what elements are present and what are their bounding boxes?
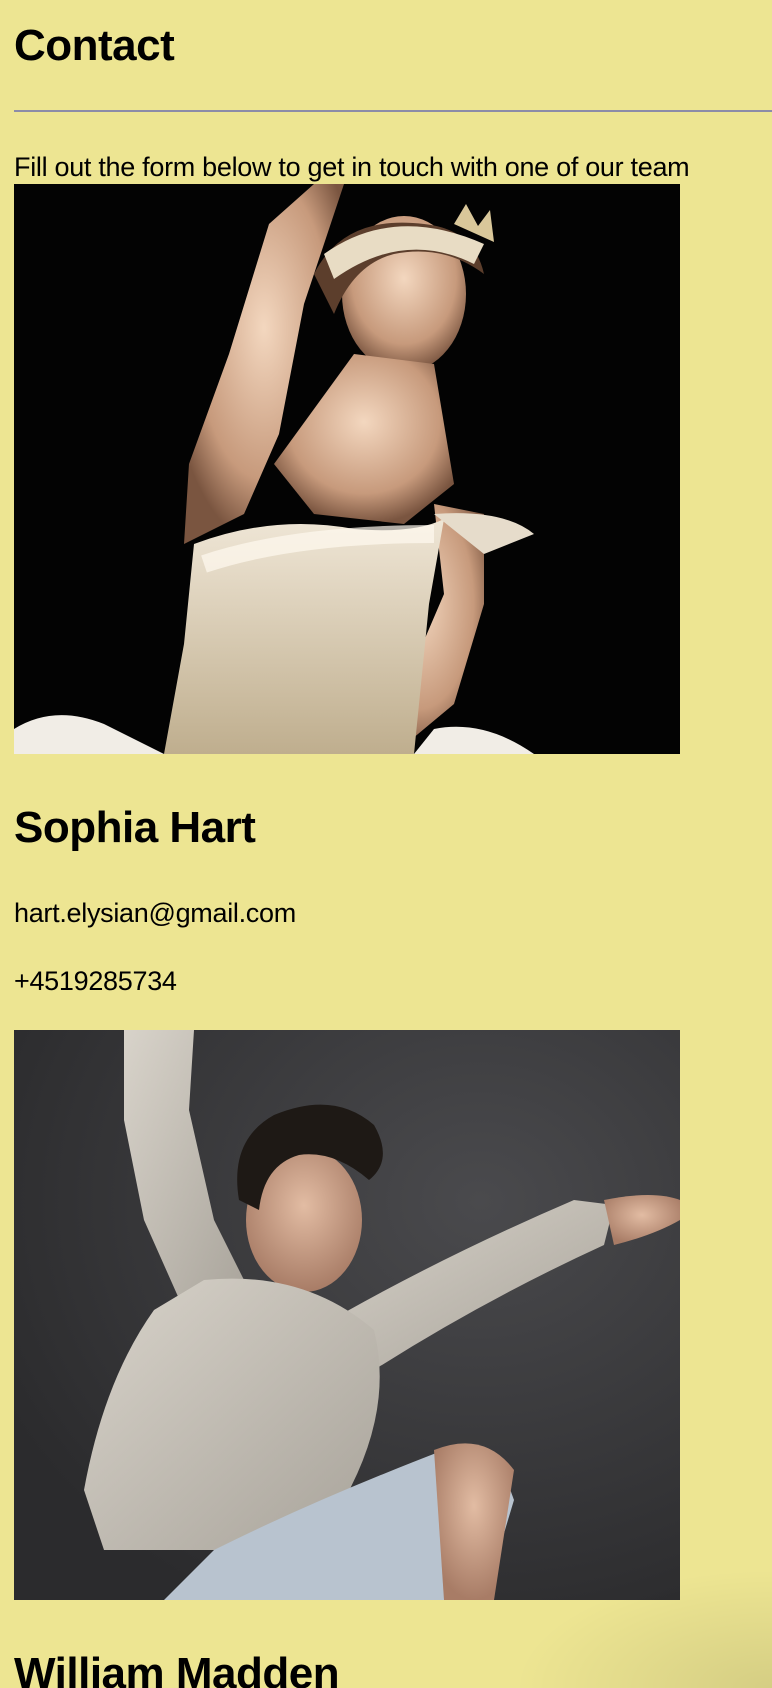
ballerina-photo: [14, 184, 680, 754]
member-name: William Madden: [14, 1649, 340, 1688]
contact-page: Contact Fill out the form below to get i…: [0, 0, 772, 1688]
member-phone[interactable]: +4519285734: [14, 964, 177, 998]
member-email[interactable]: hart.elysian@gmail.com: [14, 896, 296, 930]
page-title: Contact: [14, 21, 175, 70]
intro-text: Fill out the form below to get in touch …: [14, 152, 690, 182]
male-dancer-photo: [14, 1030, 680, 1600]
member-name: Sophia Hart: [14, 803, 256, 852]
title-divider: [14, 110, 772, 112]
